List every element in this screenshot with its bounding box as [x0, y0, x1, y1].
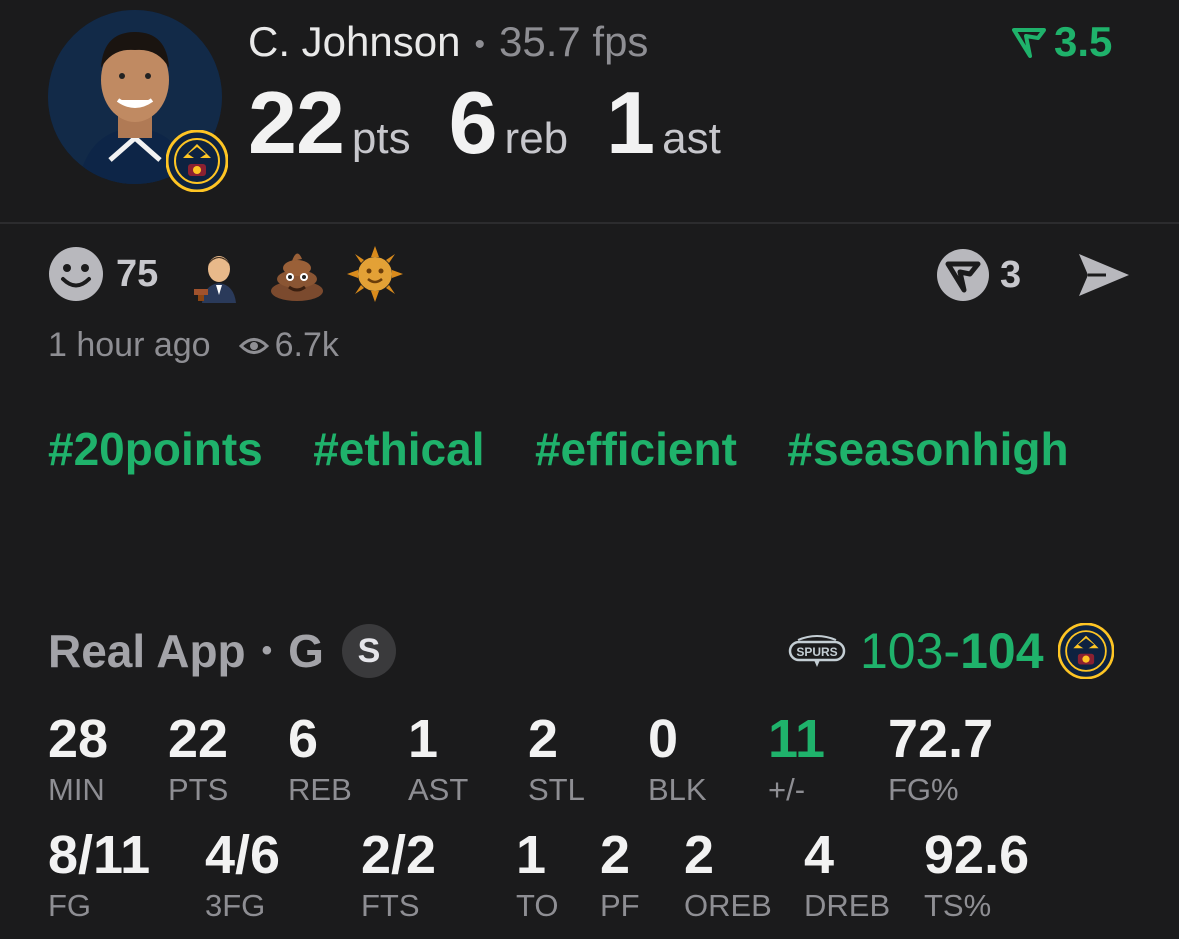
stat-label: TS% [924, 888, 992, 923]
game-score[interactable]: SPURS 103- 104 [788, 622, 1114, 680]
boost-value: 3.5 [1054, 18, 1113, 65]
stat-cell: 28 MIN [48, 712, 108, 808]
header-divider [0, 222, 1179, 224]
stat-label: 3FG [205, 888, 266, 923]
position-label: G [288, 625, 324, 677]
send-icon [1076, 250, 1132, 300]
big-stat-unit: pts [351, 114, 411, 163]
hashtag[interactable]: #seasonhigh [787, 422, 1068, 476]
home-score: 104 [960, 623, 1044, 679]
stat-cell: 6 REB [288, 712, 352, 808]
big-stat-unit: ast [662, 114, 721, 163]
stat-value: 1 [408, 709, 439, 769]
hashtag[interactable]: #efficient [535, 422, 737, 476]
stat-value: 1 [516, 825, 547, 885]
stat-label: FTS [361, 888, 420, 923]
stat-label: PF [600, 888, 640, 923]
stat-cell: 1 AST [408, 712, 468, 808]
stat-cell: 4/6 3FG [205, 828, 280, 924]
stat-value: 2/2 [361, 825, 437, 885]
stat-cell: 92.6 TS% [924, 828, 1029, 924]
stat-cell: 1 TO [516, 828, 559, 924]
stat-cell: 11 +/- [768, 712, 825, 808]
stat-cell: 2 STL [528, 712, 585, 808]
player-header: C. Johnson • 35.7 fps 3.5 22 pts 6 reb 1 a… [0, 0, 1179, 222]
share-button[interactable] [1076, 250, 1132, 305]
stat-cell: 2/2 FTS [361, 828, 436, 924]
player-name-line: C. Johnson • 35.7 fps [248, 18, 648, 66]
stat-cell: 4 DREB [804, 828, 890, 924]
time-ago: 1 hour ago [48, 326, 211, 364]
stat-cell: 8/11 FG [48, 828, 150, 924]
comments-button[interactable]: 3 [936, 248, 1021, 302]
stat-label: DREB [804, 888, 891, 923]
separator-dot: • [474, 27, 485, 61]
svg-text:SPURS: SPURS [796, 645, 837, 659]
comments-count: 3 [1000, 253, 1022, 296]
smiley-reaction-icon[interactable] [48, 246, 104, 302]
stat-value: 92.6 [924, 825, 1030, 885]
big-stat-value: 22 [248, 73, 345, 172]
spurs-logo-icon: SPURS [788, 634, 846, 668]
stat-value: 6 [288, 709, 319, 769]
stat-value: 28 [48, 709, 109, 769]
source-label: Real App [48, 625, 246, 677]
boost-icon [1012, 26, 1046, 58]
stat-cell: 2 PF [600, 828, 640, 924]
stat-label: REB [288, 772, 352, 807]
boost-indicator[interactable]: 3.5 [1012, 18, 1112, 66]
stat-label: FG [48, 888, 92, 923]
sun-with-face-emoji-icon[interactable] [346, 245, 404, 303]
big-stat-value: 1 [606, 73, 655, 172]
stat-label: AST [408, 772, 469, 807]
away-score: 103- [860, 623, 961, 679]
stat-label: OREB [684, 888, 772, 923]
eye-icon [238, 335, 269, 357]
poop-emoji-icon[interactable] [268, 245, 326, 303]
big-stat-unit: reb [504, 114, 569, 163]
big-stat-value: 6 [448, 73, 498, 172]
hashtag-list: #20points #ethical #efficient #seasonhig… [48, 422, 1148, 502]
stat-cell: 72.7 FG% [888, 712, 993, 808]
stat-cell: 2 OREB [684, 828, 772, 924]
stat-value: 8/11 [48, 825, 151, 885]
s-badge: S [341, 624, 396, 678]
nuggets-logo-icon [165, 129, 229, 193]
stat-value: 2 [528, 709, 559, 769]
stat-value: 0 [648, 709, 679, 769]
player-name[interactable]: C. Johnson [248, 18, 460, 65]
stat-label: BLK [648, 772, 707, 807]
stat-value: 4 [804, 825, 835, 885]
stat-value: 2 [600, 825, 631, 885]
stat-value: 4/6 [205, 825, 281, 885]
stat-label: +/- [768, 772, 806, 807]
big-stat-line: 22 pts 6 reb 1 ast [248, 72, 759, 174]
game-header: Real App • G S [48, 624, 396, 678]
stat-cell: 0 BLK [648, 712, 707, 808]
stat-value: 72.7 [888, 709, 994, 769]
fantasy-points: 35.7 fps [498, 18, 649, 65]
stat-label: FG% [888, 772, 959, 807]
comment-logo-icon [936, 248, 990, 302]
stat-label: STL [528, 772, 585, 807]
nuggets-logo-icon [1057, 623, 1114, 679]
stat-label: MIN [48, 772, 105, 807]
view-count: 6.7k [238, 326, 339, 365]
hashtag[interactable]: #ethical [313, 422, 484, 476]
hashtag[interactable]: #20points [48, 422, 263, 476]
views-value: 6.7k [274, 326, 339, 364]
reaction-bar: 75 [48, 245, 424, 303]
stat-value: 2 [684, 825, 715, 885]
judge-emoji-icon[interactable] [190, 245, 248, 303]
stat-cell: 22 PTS [168, 712, 228, 808]
post-meta: 1 hour ago 6.7k [48, 326, 339, 365]
stat-label: PTS [168, 772, 229, 807]
reaction-count: 75 [116, 252, 159, 295]
separator-dot: • [261, 634, 273, 667]
stat-label: TO [516, 888, 559, 923]
stat-value: 11 [768, 709, 826, 769]
stat-value: 22 [168, 709, 229, 769]
